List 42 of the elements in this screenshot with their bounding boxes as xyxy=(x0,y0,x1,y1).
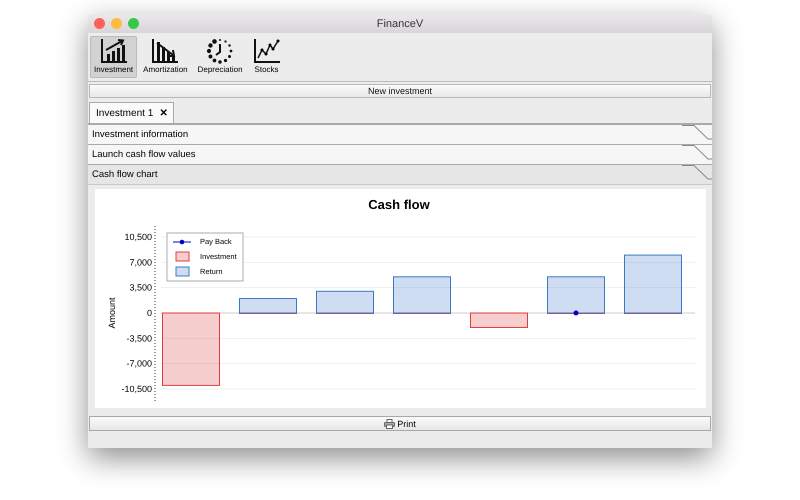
close-tab-icon[interactable]: ✕ xyxy=(159,107,168,119)
legend-swatch-icon xyxy=(176,266,190,276)
section-header[interactable]: Cash flow chart xyxy=(88,164,712,185)
window-title: FinanceV xyxy=(376,18,424,30)
minimize-button[interactable] xyxy=(111,18,122,29)
line-chart-icon xyxy=(252,38,281,64)
section-header[interactable]: Launch cash flow values xyxy=(88,144,712,164)
toolbar-button[interactable]: Investment xyxy=(90,36,138,78)
section-title: Launch cash flow values xyxy=(92,149,196,160)
section-title: Investment information xyxy=(92,129,188,140)
zoom-button[interactable] xyxy=(128,18,139,29)
y-tick-label: 0 xyxy=(146,308,152,318)
y-tick-label: -10,500 xyxy=(121,384,152,394)
investment-bar xyxy=(470,312,528,328)
section-title: Cash flow chart xyxy=(92,169,158,180)
legend-line-marker-icon xyxy=(172,240,192,244)
y-tick-label: -7,000 xyxy=(126,358,152,369)
y-tick-label: -3,500 xyxy=(126,333,152,344)
y-tick-label: 10,500 xyxy=(124,232,152,242)
y-axis-label: Amount xyxy=(107,297,117,329)
toolbar-button[interactable]: Depreciation xyxy=(194,36,247,78)
payback-point xyxy=(574,310,578,316)
y-tick-label: 3,500 xyxy=(129,282,152,293)
y-tick-label: 7,000 xyxy=(129,257,152,268)
legend-swatch-icon xyxy=(176,252,190,262)
return-bar xyxy=(393,276,451,314)
return-bar xyxy=(624,254,682,314)
toolbar-button[interactable]: Amortization xyxy=(139,36,192,78)
falling-bars-icon xyxy=(151,38,180,64)
return-bar xyxy=(316,290,374,314)
rising-bars-icon xyxy=(100,38,128,64)
document-tab[interactable]: Investment 1 ✕ xyxy=(89,102,174,123)
section-header[interactable]: Investment information xyxy=(88,124,712,144)
dotted-clock-icon xyxy=(206,38,234,64)
printer-icon xyxy=(384,418,396,428)
close-button[interactable] xyxy=(94,18,105,29)
return-bar xyxy=(547,276,605,314)
print-button[interactable]: Print xyxy=(89,416,711,431)
toolbar-button[interactable]: Stocks xyxy=(248,36,285,78)
new-investment-button[interactable]: New investment xyxy=(89,84,711,98)
return-bar xyxy=(239,298,297,314)
chart-title: Cash flow xyxy=(368,197,430,212)
